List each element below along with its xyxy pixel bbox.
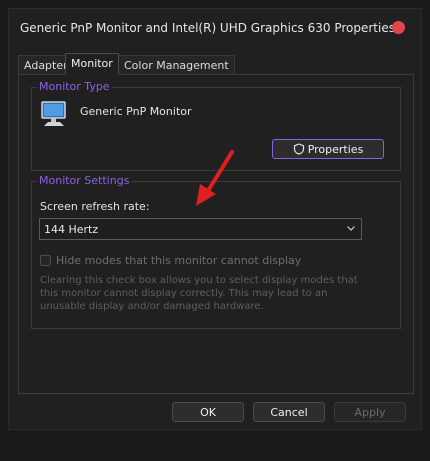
refresh-rate-select[interactable]: 144 Hertz [39,218,362,240]
monitor-name: Generic PnP Monitor [80,105,192,118]
refresh-rate-value: 144 Hertz [44,223,99,236]
monitor-type-group: Monitor Type Generic PnP Monitor Propert… [31,80,401,171]
ok-button[interactable]: OK [172,402,244,422]
refresh-rate-label: Screen refresh rate: [40,200,150,213]
properties-label: Properties [307,142,364,156]
monitor-settings-title: Monitor Settings [37,174,132,187]
tab-monitor[interactable]: Monitor [65,53,119,75]
monitor-type-title: Monitor Type [37,80,112,93]
hide-modes-label: Hide modes that this monitor cannot disp… [56,254,302,267]
tab-color-management[interactable]: Color Management [118,55,235,74]
title-bar: Generic PnP Monitor and Intel(R) UHD Gra… [9,9,421,47]
close-button[interactable] [392,21,405,34]
hide-modes-description: Clearing this check box allows you to se… [40,275,358,312]
monitor-tab-panel: Monitor Type Generic PnP Monitor Propert… [18,74,414,394]
shield-icon [293,143,304,155]
monitor-icon [41,101,66,126]
properties-button[interactable]: Properties [272,139,384,159]
hide-modes-checkbox[interactable] [40,255,51,266]
monitor-settings-group: Monitor Settings Screen refresh rate: 14… [31,174,401,329]
properties-dialog: Generic PnP Monitor and Intel(R) UHD Gra… [8,8,422,430]
cancel-button[interactable]: Cancel [253,402,325,422]
window-title: Generic PnP Monitor and Intel(R) UHD Gra… [20,21,395,35]
apply-button[interactable]: Apply [334,402,406,422]
chevron-down-icon [347,226,355,231]
